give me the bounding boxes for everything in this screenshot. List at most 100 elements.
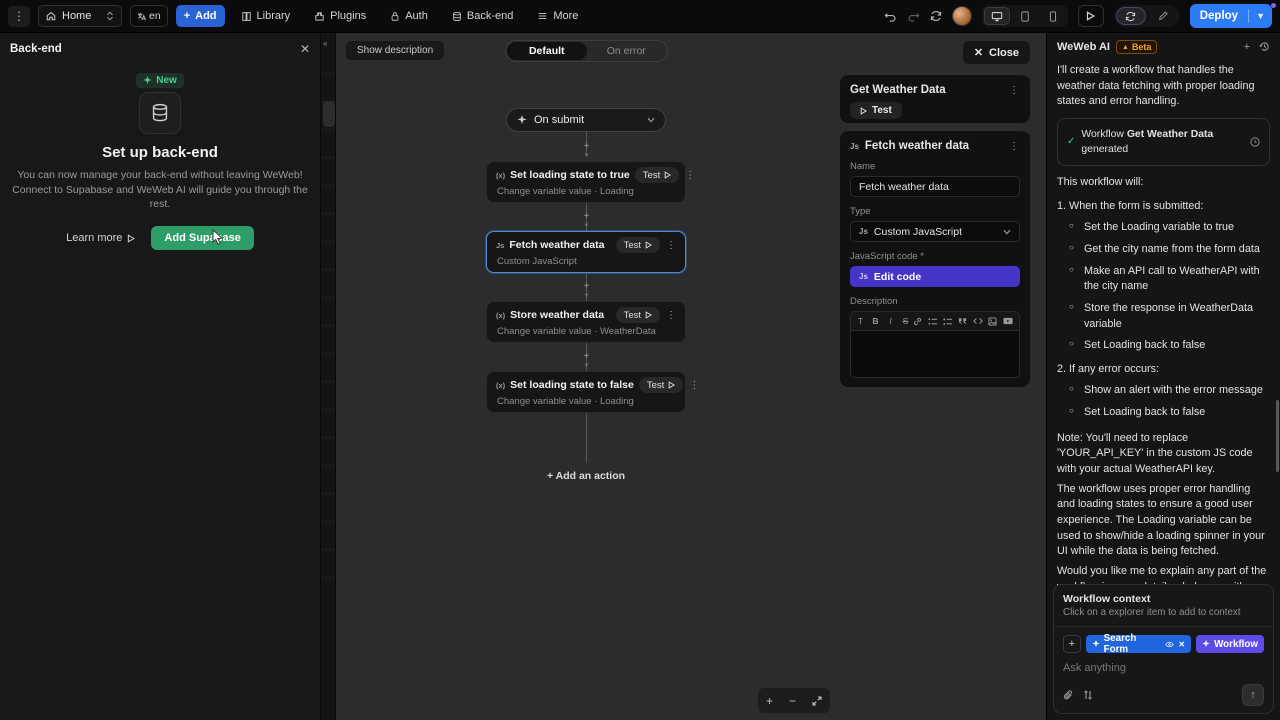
test-node-button[interactable]: Test [616,307,660,323]
nav-auth[interactable]: Auth [382,5,436,27]
mouse-cursor [210,229,225,246]
device-tablet-button[interactable] [1012,7,1038,25]
database-icon [452,11,462,22]
add-context-button[interactable]: + [1063,635,1081,653]
insert-action-plus-icon[interactable]: + [580,142,593,152]
attach-icon[interactable] [1063,690,1073,701]
close-icon[interactable]: ✕ [300,42,310,56]
node-menu-icon[interactable]: ⋮ [665,240,677,251]
scrollbar-thumb[interactable] [1276,400,1279,472]
video-icon[interactable] [1003,317,1018,325]
node-menu-icon[interactable]: ⋮ [665,310,677,321]
ordered-list-icon[interactable] [943,317,958,326]
list-item: Make an API call to WeatherAPI with the … [1069,264,1270,295]
deploy-button[interactable]: Deploy ▼ [1190,4,1272,28]
preview-play-button[interactable] [1078,5,1104,27]
description-label: Description [850,296,1020,307]
context-chip-workflow[interactable]: Workflow [1196,635,1264,653]
workflow-icon [1202,640,1210,648]
send-button[interactable]: ↑ [1242,684,1264,706]
tab-on-error[interactable]: On error [587,42,667,60]
close-workflow-button[interactable]: ✕ Close [963,41,1030,64]
user-avatar[interactable] [952,6,972,26]
tab-default[interactable]: Default [507,42,587,60]
nav-plugins[interactable]: Plugins [306,5,374,27]
connector-arrow-icon: ▼ [582,153,591,159]
test-workflow-button[interactable]: Test [850,102,902,119]
insert-action-plus-icon[interactable]: + [580,352,593,362]
history-icon[interactable] [1259,41,1270,53]
bullet-list-icon[interactable] [928,317,943,326]
description-textarea[interactable] [850,330,1020,378]
zoom-out-icon[interactable]: − [789,694,796,708]
nav-more[interactable]: More [529,5,586,27]
beta-badge: ▲ Beta [1116,40,1157,54]
test-node-button[interactable]: Test [635,167,679,183]
connector-arrow-icon: ▼ [582,223,591,229]
workflow-node-set-loading-true[interactable]: (x) Set loading state to true Test ⋮ Cha… [486,161,686,203]
edit-code-button[interactable]: Js Edit code [850,266,1020,287]
bold-icon[interactable]: B [868,316,883,326]
italic-icon[interactable]: I [883,316,898,326]
test-node-button[interactable]: Test [616,237,660,253]
ai-prompt-input[interactable] [1063,662,1264,674]
main-menu-button[interactable]: ⋮ [8,6,30,27]
list-item: Show an alert with the error message [1069,383,1270,399]
workflow-generated-card[interactable]: ✓ Workflow Get Weather Data generated [1057,118,1270,166]
node-menu-icon[interactable]: ⋮ [684,170,696,181]
list-item: Set the Loading variable to true [1069,220,1270,236]
device-mobile-button[interactable] [1040,7,1066,25]
language-selector[interactable]: en [130,5,168,27]
workflow-summary-heading: This workflow will: [1057,175,1270,191]
context-chip-search-form[interactable]: Search Form ✕ [1086,635,1191,653]
undo-icon[interactable] [884,10,897,22]
insert-action-plus-icon[interactable]: + [580,212,593,222]
collapse-icon[interactable]: « [323,39,327,48]
quote-icon[interactable] [958,317,973,325]
workflow-canvas[interactable]: Show description Default On error ✕ Clos… [336,33,1046,720]
device-desktop-button[interactable] [984,7,1010,25]
trigger-node[interactable]: On submit [506,108,666,132]
zoom-in-icon[interactable]: + [766,694,773,708]
name-input[interactable] [850,176,1020,197]
collapsed-rail[interactable]: « [320,33,336,720]
add-action-button[interactable]: + Add an action [486,470,686,482]
panel-title: Back-end [10,43,62,55]
workflow-node-set-loading-false[interactable]: (x) Set loading state to false Test ⋮ Ch… [486,371,686,413]
node-inspector-menu-icon[interactable]: ⋮ [1008,141,1020,152]
fit-view-icon[interactable] [812,696,822,706]
sliders-icon[interactable] [1083,690,1093,700]
test-node-button[interactable]: Test [639,377,683,393]
type-select[interactable]: Js Custom JavaScript [850,221,1020,242]
add-supabase-button[interactable]: Add Supabase [151,226,253,250]
translate-icon [137,12,146,21]
remove-chip-icon[interactable]: ✕ [1178,640,1185,649]
name-label: Name [850,161,1020,172]
text-style-icon[interactable]: T [853,316,868,326]
insert-action-plus-icon[interactable]: + [580,282,593,292]
show-description-button[interactable]: Show description [346,41,444,60]
link-icon[interactable] [913,317,928,326]
refresh-mode-button[interactable] [1116,7,1146,25]
nav-backend[interactable]: Back-end [444,5,521,27]
workflow-node-store-weather[interactable]: (x) Store weather data Test ⋮ Change var… [486,301,686,343]
page-selector[interactable]: Home [38,5,122,27]
workflow-menu-icon[interactable]: ⋮ [1008,85,1020,96]
workflow-node-fetch-weather[interactable]: Js Fetch weather data Test ⋮ Custom Java… [486,231,686,273]
strikethrough-icon[interactable]: S [898,316,913,326]
rail-thumb[interactable] [323,101,335,127]
nav-library[interactable]: Library [233,5,299,27]
connector-arrow-icon: ▼ [582,363,591,369]
add-element-button[interactable]: + Add [176,5,225,27]
code-icon[interactable] [973,317,988,325]
toolbar-right-group: Deploy ▼ [884,4,1272,28]
node-menu-icon[interactable]: ⋮ [688,380,700,391]
learn-more-link[interactable]: Learn more [66,232,135,244]
image-icon[interactable] [988,317,1003,326]
home-icon [46,11,56,21]
eye-icon[interactable] [1165,641,1174,648]
redo-icon[interactable] [907,10,920,22]
edit-pencil-button[interactable] [1148,7,1178,25]
new-chat-icon[interactable]: + [1244,41,1250,53]
sync-icon[interactable] [930,10,942,22]
